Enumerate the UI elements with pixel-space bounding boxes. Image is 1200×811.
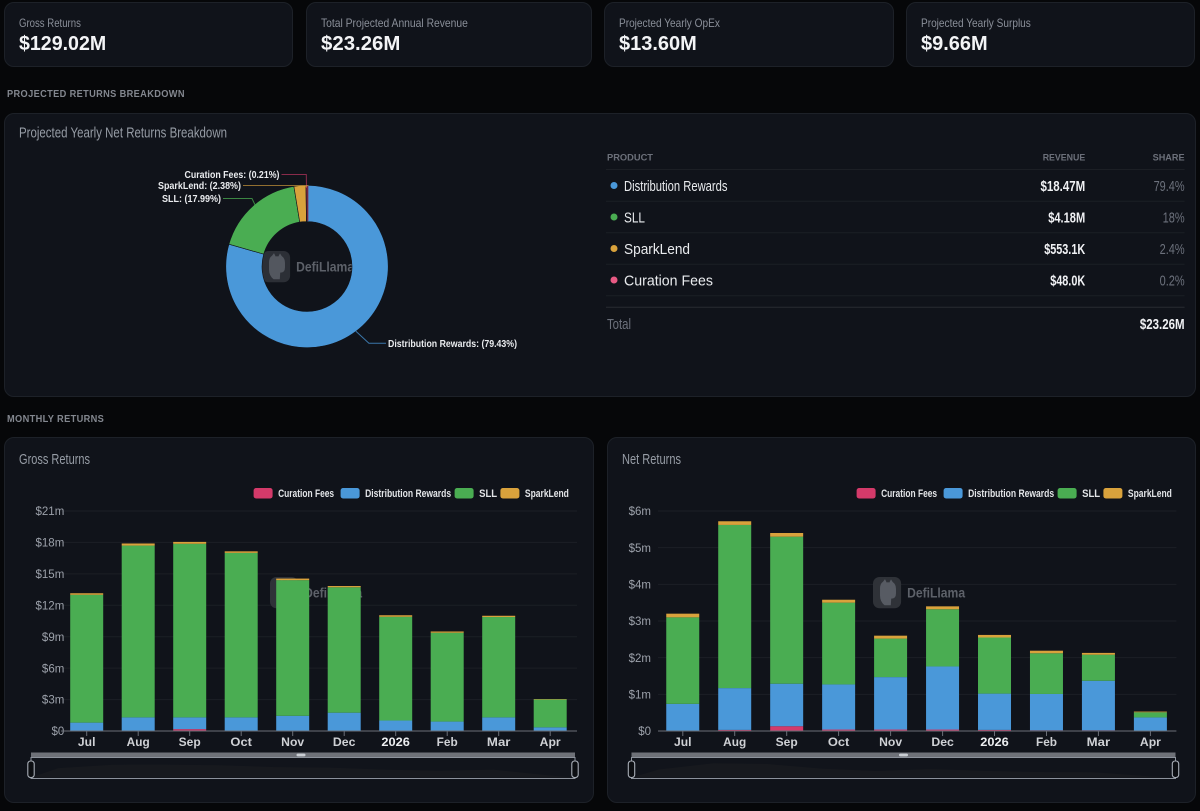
svg-text:Aug: Aug xyxy=(127,737,150,749)
svg-text:SparkLend: SparkLend xyxy=(1128,488,1172,500)
svg-text:$6m: $6m xyxy=(629,506,651,518)
svg-text:18%: 18% xyxy=(1163,209,1185,226)
svg-text:$6m: $6m xyxy=(42,663,64,675)
svg-text:Feb: Feb xyxy=(437,737,458,749)
svg-text:Jul: Jul xyxy=(78,737,96,749)
svg-text:Distribution Rewards: (79.43%): Distribution Rewards: (79.43%) xyxy=(388,338,517,350)
svg-text:Aug: Aug xyxy=(723,737,746,749)
svg-text:SHARE: SHARE xyxy=(1153,152,1185,163)
svg-text:$3m: $3m xyxy=(629,616,651,628)
svg-text:$5m: $5m xyxy=(629,543,651,555)
svg-text:$0: $0 xyxy=(52,726,65,738)
svg-text:SparkLend: SparkLend xyxy=(525,488,569,500)
svg-text:Gross Returns: Gross Returns xyxy=(19,452,90,468)
svg-text:2026: 2026 xyxy=(381,737,410,749)
svg-text:DefiLlama: DefiLlama xyxy=(907,585,965,601)
svg-text:$9m: $9m xyxy=(42,632,64,644)
svg-text:DefiLlama: DefiLlama xyxy=(296,259,354,275)
svg-text:Oct: Oct xyxy=(828,737,850,749)
svg-text:$21m: $21m xyxy=(36,506,65,518)
svg-text:2026: 2026 xyxy=(980,737,1009,749)
svg-text:Jul: Jul xyxy=(674,737,692,749)
svg-text:$23.26M: $23.26M xyxy=(1140,316,1185,333)
svg-text:Dec: Dec xyxy=(333,737,356,749)
svg-text:0.2%: 0.2% xyxy=(1160,272,1185,289)
svg-text:$4.18M: $4.18M xyxy=(1048,209,1085,226)
svg-text:Nov: Nov xyxy=(879,737,903,749)
svg-text:Dec: Dec xyxy=(931,737,954,749)
svg-text:SLL: SLL xyxy=(624,209,645,226)
svg-text:$3m: $3m xyxy=(42,695,64,707)
svg-text:PRODUCT: PRODUCT xyxy=(607,152,653,163)
svg-text:$15m: $15m xyxy=(36,569,65,581)
svg-text:Distribution Rewards: Distribution Rewards xyxy=(365,488,451,500)
svg-text:Distribution Rewards: Distribution Rewards xyxy=(968,488,1054,500)
svg-text:Projected Yearly Net Returns B: Projected Yearly Net Returns Breakdown xyxy=(19,126,227,142)
svg-text:$18.47M: $18.47M xyxy=(1041,178,1086,195)
svg-text:Mar: Mar xyxy=(1087,737,1111,749)
svg-text:$48.0K: $48.0K xyxy=(1050,272,1085,289)
svg-text:79.4%: 79.4% xyxy=(1154,178,1185,195)
svg-text:SLL: (17.99%): SLL: (17.99%) xyxy=(162,193,221,205)
svg-text:Sep: Sep xyxy=(776,737,798,749)
svg-text:$1m: $1m xyxy=(629,689,651,701)
svg-text:Curation Fees: Curation Fees xyxy=(278,488,334,500)
svg-text:Net Returns: Net Returns xyxy=(622,452,681,468)
svg-text:Distribution Rewards: Distribution Rewards xyxy=(624,178,728,195)
svg-text:Nov: Nov xyxy=(281,737,305,749)
svg-text:SLL: SLL xyxy=(1082,488,1100,500)
svg-text:REVENUE: REVENUE xyxy=(1043,152,1086,163)
svg-text:$12m: $12m xyxy=(36,600,65,612)
svg-text:Curation Fees: Curation Fees xyxy=(624,272,713,289)
svg-text:$4m: $4m xyxy=(629,579,651,591)
svg-text:Apr: Apr xyxy=(1140,737,1162,749)
svg-text:$0: $0 xyxy=(638,726,651,738)
svg-text:$18m: $18m xyxy=(36,538,65,550)
svg-text:Mar: Mar xyxy=(487,737,511,749)
svg-text:Total: Total xyxy=(607,316,631,333)
svg-text:Curation Fees: Curation Fees xyxy=(881,488,937,500)
svg-text:$553.1K: $553.1K xyxy=(1044,241,1085,258)
svg-text:$2m: $2m xyxy=(629,653,651,665)
svg-text:SparkLend: SparkLend xyxy=(624,241,690,258)
svg-text:SLL: SLL xyxy=(479,488,497,500)
svg-text:Sep: Sep xyxy=(179,737,201,749)
svg-text:Oct: Oct xyxy=(230,737,252,749)
svg-text:Apr: Apr xyxy=(540,737,562,749)
svg-text:Feb: Feb xyxy=(1036,737,1057,749)
svg-text:2.4%: 2.4% xyxy=(1160,241,1185,258)
svg-text:SparkLend: (2.38%): SparkLend: (2.38%) xyxy=(158,180,241,192)
